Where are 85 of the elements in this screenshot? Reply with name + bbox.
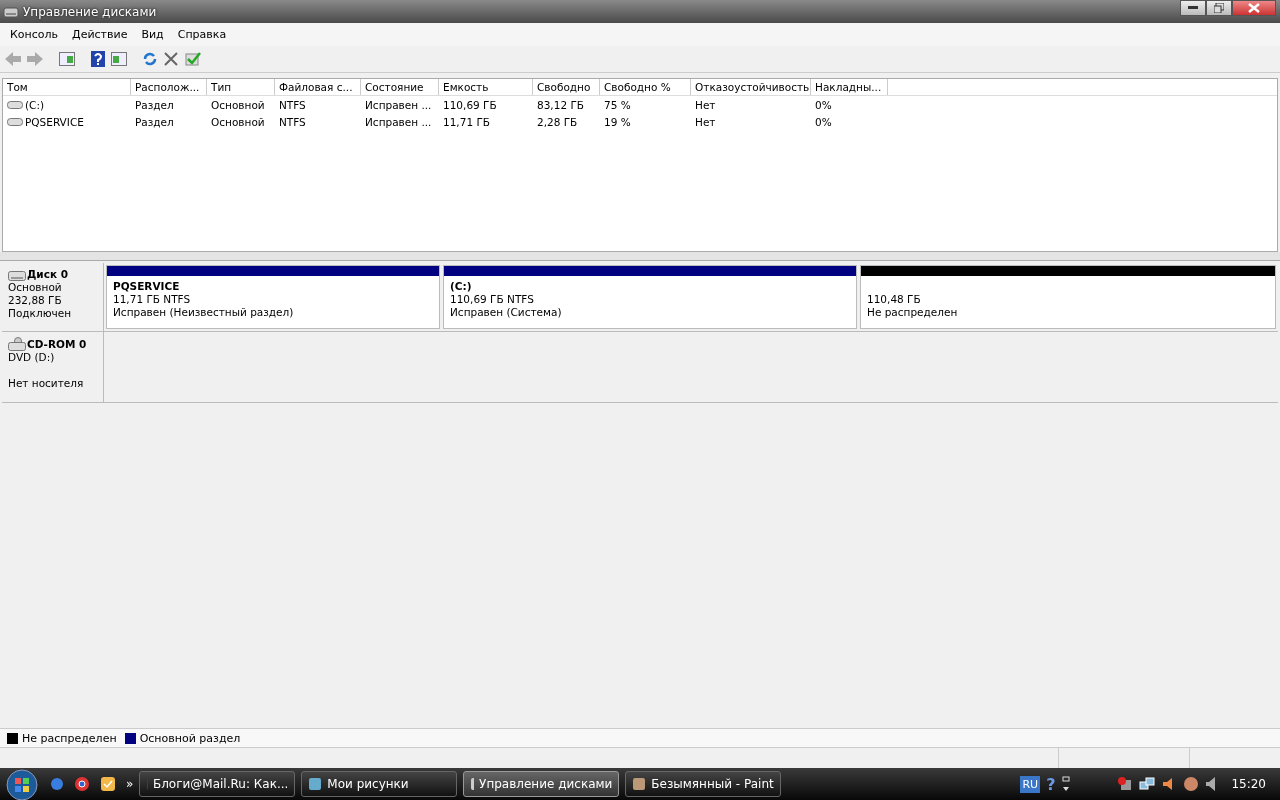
- disk-info: Нет носителя: [8, 377, 85, 390]
- window-title: Управление дисками: [23, 4, 157, 19]
- disk-name: Диск 0: [27, 268, 69, 281]
- table-cell: NTFS: [279, 115, 306, 128]
- close-button[interactable]: [1232, 0, 1276, 16]
- table-cell: PQSERVICE: [25, 115, 84, 128]
- panel-icon[interactable]: [111, 52, 127, 66]
- menu-item[interactable]: Вид: [134, 28, 171, 41]
- table-cell: (C:): [25, 98, 45, 111]
- table-cell: Основной: [211, 115, 265, 128]
- table-cell: Нет: [695, 115, 716, 128]
- maximize-button[interactable]: [1206, 0, 1232, 16]
- help-icon[interactable]: [91, 51, 105, 67]
- legend-label: Основной раздел: [139, 731, 241, 745]
- taskbar-button[interactable]: Блоги@Mail.Ru: Как...: [139, 771, 296, 797]
- table-cell: Исправен ...: [365, 98, 432, 111]
- table-cell: Раздел: [135, 98, 174, 111]
- minimize-button[interactable]: [1180, 0, 1206, 16]
- table-cell: 2,28 ГБ: [537, 115, 578, 128]
- partition-status: Исправен (Система): [450, 306, 563, 319]
- refresh-icon[interactable]: [143, 52, 157, 66]
- drive-icon: [7, 100, 23, 109]
- column-header[interactable]: Свободно: [533, 79, 600, 95]
- partition-status: Исправен (Неизвестный раздел): [113, 306, 295, 319]
- menu-item[interactable]: Действие: [65, 28, 135, 41]
- overflow-chevron[interactable]: »: [126, 777, 134, 791]
- disk-drive-icon: [8, 271, 26, 281]
- cd-drive-icon: [8, 337, 26, 351]
- table-cell: Нет: [695, 98, 716, 111]
- language-indicator[interactable]: RU: [1020, 775, 1041, 793]
- network-icon[interactable]: [1139, 776, 1156, 792]
- table-cell: Раздел: [135, 115, 174, 128]
- checkmark-icon[interactable]: [185, 52, 201, 66]
- table-cell: 75 %: [604, 98, 631, 111]
- partition-block[interactable]: 110,48 ГБ Не распределен: [860, 265, 1276, 329]
- legend-label: Не распределен: [22, 731, 117, 745]
- column-header[interactable]: Отказоустойчивость: [691, 79, 811, 95]
- column-header[interactable]: Емкость: [439, 79, 533, 95]
- clock: 15:20: [1231, 777, 1266, 791]
- column-header[interactable]: Тип: [207, 79, 275, 95]
- column-header[interactable]: Файловая с...: [275, 79, 361, 95]
- column-header[interactable]: Накладны...: [811, 79, 888, 95]
- table-cell: Основной: [211, 98, 265, 111]
- taskbar-button[interactable]: Управление дисками: [463, 771, 620, 797]
- table-cell: Исправен ...: [365, 115, 432, 128]
- partition-size: 110,69 ГБ NTFS: [450, 293, 535, 306]
- column-header[interactable]: Располож...: [131, 79, 207, 95]
- close-icon: [1248, 3, 1260, 13]
- menu-item[interactable]: Консоль: [3, 28, 66, 41]
- disk-info: DVD (D:): [8, 351, 56, 364]
- column-header[interactable]: Состояние: [361, 79, 439, 95]
- network-error-icon[interactable]: [1117, 776, 1134, 792]
- disk-info: Подключен: [8, 307, 72, 320]
- table-cell: 110,69 ГБ: [443, 98, 497, 111]
- partition-status: Не распределен: [867, 306, 959, 319]
- table-cell: 11,71 ГБ: [443, 115, 490, 128]
- drive-icon: [7, 117, 23, 126]
- taskbar-button[interactable]: Мои рисунки: [301, 771, 458, 797]
- taskbar-button[interactable]: Безымянный - Paint: [625, 771, 782, 797]
- table-cell: NTFS: [279, 98, 306, 111]
- partition-name: PQSERVICE: [113, 280, 181, 293]
- partition-name: (C:): [450, 280, 473, 293]
- partition-size: 11,71 ГБ NTFS: [113, 293, 192, 306]
- mail-icon[interactable]: [100, 776, 116, 792]
- table-cell: 0%: [815, 98, 832, 111]
- menu-item[interactable]: Справка: [170, 28, 234, 41]
- table-cell: 0%: [815, 115, 832, 128]
- partition-block[interactable]: PQSERVICE 11,71 ГБ NTFS Исправен (Неизвестный раздел): [106, 265, 440, 329]
- column-header[interactable]: Том: [3, 79, 131, 95]
- disk-info: Основной: [8, 281, 63, 294]
- expand-arrow-icon[interactable]: [1061, 776, 1072, 792]
- table-cell: 83,12 ГБ: [537, 98, 584, 111]
- help-button[interactable]: ?: [1046, 774, 1056, 794]
- table-cell: 19 %: [604, 115, 631, 128]
- partition-block[interactable]: (C:) 110,69 ГБ NTFS Исправен (Система): [443, 265, 857, 329]
- panel-icon[interactable]: [59, 52, 75, 66]
- minimize-icon: [1188, 6, 1198, 10]
- browser-icon[interactable]: [74, 776, 90, 792]
- volume-icon[interactable]: [1205, 776, 1218, 792]
- partition-size: 110,48 ГБ: [867, 293, 922, 306]
- disk-info: 232,88 ГБ: [8, 294, 63, 307]
- restore-icon: [1214, 3, 1224, 13]
- disk-name: CD-ROM 0: [27, 338, 87, 351]
- column-header[interactable]: Свободно %: [600, 79, 691, 95]
- disk-drive-icon: [3, 4, 19, 19]
